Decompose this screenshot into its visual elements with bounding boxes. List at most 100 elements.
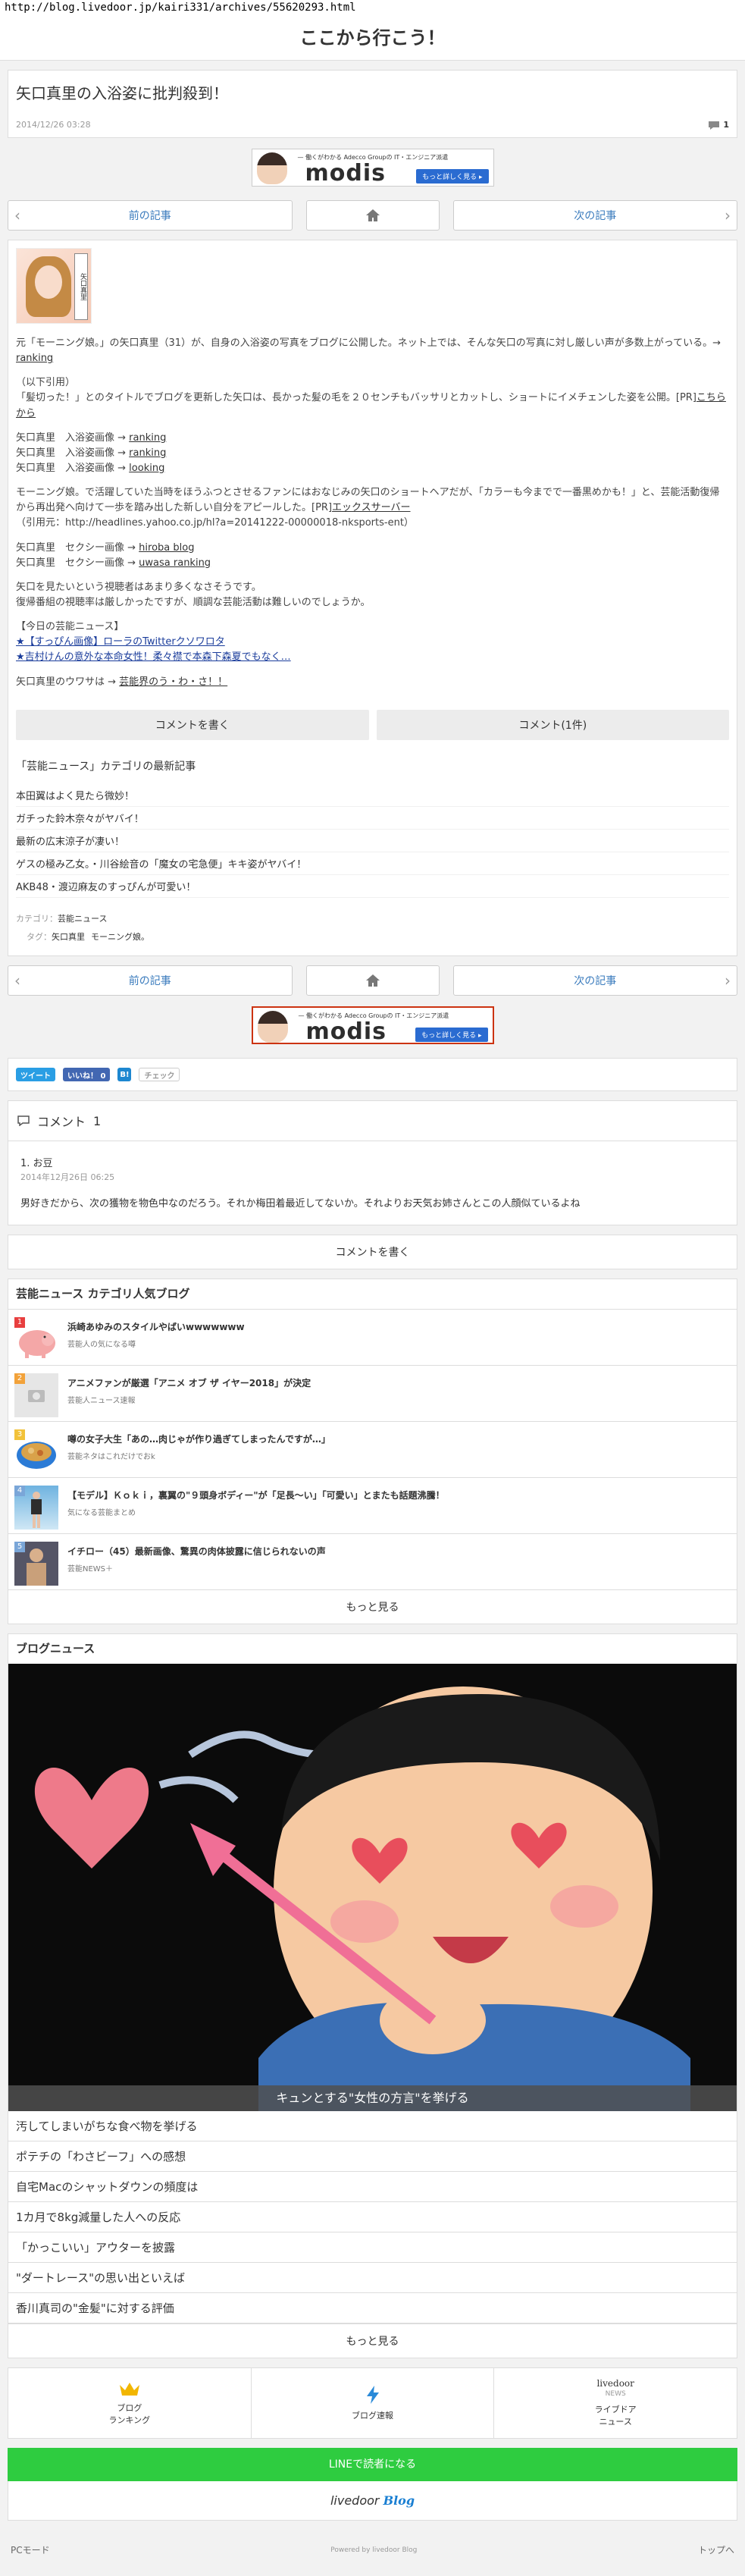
ad-banner-bottom[interactable]: — 働くがわかる Adecco Groupの IT・エンジニア派遣 modis … — [0, 1006, 745, 1047]
chevron-right-icon: › — [725, 206, 731, 224]
url-bar[interactable]: http://blog.livedoor.jp/kairi331/archive… — [0, 0, 745, 17]
blog-news-more-button[interactable]: もっと見る — [8, 2323, 737, 2358]
article-paragraph-3: モーニング娘。で活躍していた当時をほうふつとさせるファンにはおなじみの矢口のショ… — [16, 487, 720, 529]
popular-blogs: 芸能ニュース カテゴリ人気ブログ 1 浜崎あゆみのスタイルやばいwwwwwww 芸… — [8, 1279, 737, 1625]
facebook-like-button[interactable]: いいね！ 0 — [63, 1068, 111, 1082]
social-buttons: ツイート いいね！ 0 B! チェック — [8, 1058, 737, 1092]
blog-flash-link[interactable]: ブログ速報 — [252, 2368, 495, 2439]
today-news-link[interactable]: ★【すっぴん画像】ローラのTwitterクソワロタ — [16, 636, 225, 648]
article-title: 矢口真里の入浴姿に批判殺到！ — [16, 84, 228, 102]
popular-source: 芸能NEWS＋ — [67, 1565, 114, 1574]
write-comment-button[interactable]: コメントを書く — [8, 1235, 737, 1270]
list-item[interactable]: 香川真司の"金髪"に対する評価 — [8, 2293, 737, 2324]
list-item[interactable]: "ダートレース"の思い出といえば — [8, 2263, 737, 2294]
pager-bottom: ‹ 前の記事 次の記事 › — [8, 965, 737, 996]
pc-mode-link[interactable]: PCモード — [11, 2543, 50, 2556]
banner[interactable]: — 働くがわかる Adecco Groupの IT・エンジニア派遣 modis … — [251, 149, 494, 187]
popular-item[interactable]: 3 噂の女子大生「あの…肉じゃが作り過ぎてしまったんですが…」 芸能ネタはこれだけ… — [8, 1421, 737, 1477]
today-news-link[interactable]: ★吉村けんの意外な本命女性！柔々襟で本森下森夏でもなく… — [16, 651, 291, 663]
powered-by[interactable]: Powered by livedoor Blog — [330, 2546, 417, 2554]
banner-cta[interactable]: もっと詳しく見る ▸ — [416, 169, 489, 184]
popular-thumbnail: 1 — [14, 1317, 58, 1362]
list-item[interactable]: 自宅Macのシャットダウンの頻度は — [8, 2172, 737, 2203]
popular-item[interactable]: 2 アニメファンが厳選「アニメ オブ ザ イヤー2018」が決定 芸能人ニュース速… — [8, 1365, 737, 1421]
pager-top: ‹ 前の記事 次の記事 › — [8, 200, 737, 231]
comment-actions: コメントを書く コメント(1件) — [8, 709, 737, 751]
list-item[interactable]: 1カ月で8kg減量した人への反応 — [8, 2202, 737, 2233]
popular-item[interactable]: 1 浜崎あゆみのスタイルやばいwwwwwww 芸能人の気になる噂 — [8, 1309, 737, 1365]
mixi-check-button[interactable]: チェック — [139, 1068, 180, 1082]
livedoor-news-logo: livedoor NEWS — [596, 2378, 634, 2399]
popular-item[interactable]: 5 イチロー（45）最新画像、驚異の肉体披露に信じられないの声 芸能NEWS＋ — [8, 1533, 737, 1589]
popular-more-button[interactable]: もっと見る — [8, 1589, 737, 1624]
prev-article-button[interactable]: ‹ 前の記事 — [8, 200, 293, 231]
list-item[interactable]: 本田翼はよく見たら微妙！ — [16, 784, 729, 807]
list-item[interactable]: AKB48・渡辺麻友のすっぴんが可愛い！ — [16, 875, 729, 898]
blog-news-hero[interactable]: キュンとする"女性の方言"を挙げる — [8, 1664, 737, 2112]
tag-link[interactable]: 矢口真里 — [52, 932, 85, 942]
rank-badge: 2 — [14, 1373, 25, 1385]
today-news: 【今日の芸能ニュース】 ★【すっぴん画像】ローラのTwitterクソワロタ ★吉… — [16, 621, 291, 664]
article-body-card: 矢口真里 元「モーニング娘。」の矢口真里（31）が、自身の入浴姿の写真をブログに… — [8, 240, 737, 957]
popular-thumbnail: 2 — [14, 1373, 58, 1418]
image-link[interactable]: ranking — [129, 432, 166, 444]
prev-article-button[interactable]: ‹ 前の記事 — [8, 965, 293, 996]
taxonomy: カテゴリ：芸能ニュース タグ：矢口真里 モーニング娘。 — [16, 913, 149, 942]
home-button[interactable] — [305, 200, 440, 231]
line-subscribe-button[interactable]: LINEで読者になる — [8, 2448, 737, 2482]
sexy-image-link[interactable]: hiroba blog — [139, 542, 194, 554]
comment-item: 1. お豆 2014年12月26日 06:25 男好きだから、次の獲物を物色中な… — [8, 1141, 737, 1225]
banner[interactable]: — 働くがわかる Adecco Groupの IT・エンジニア派遣 modis … — [251, 1006, 494, 1045]
article-paragraph-1: 元「モーニング娘。」の矢口真里（31）が、自身の入浴姿の写真をブログに公開した。… — [16, 337, 722, 365]
ad-banner-top[interactable]: — 働くがわかる Adecco Groupの IT・エンジニア派遣 modis … — [0, 149, 745, 190]
tag-link[interactable]: モーニング娘。 — [91, 932, 149, 942]
rank-badge: 3 — [14, 1429, 25, 1441]
sexy-image-link[interactable]: uwasa ranking — [139, 557, 211, 569]
image-link[interactable]: ranking — [129, 447, 166, 459]
comment-count[interactable]: 1 — [708, 120, 729, 130]
comment-bubble-icon — [17, 1115, 30, 1127]
site-title[interactable]: ここから行こう！ — [0, 17, 745, 61]
write-comment-button[interactable]: コメントを書く — [16, 709, 369, 740]
banner-face-image — [256, 152, 287, 184]
popular-title: 噂の女子大生「あの…肉じゃが作り過ぎてしまったんですが…」 — [67, 1434, 330, 1445]
rank-badge: 4 — [14, 1486, 25, 1497]
rumor-link[interactable]: 芸能界のう・わ・さ！！ — [119, 676, 227, 688]
ranking-link[interactable]: ranking — [16, 353, 53, 364]
tweet-button[interactable]: ツイート — [16, 1068, 55, 1082]
article-date: 2014/12/26 03:28 — [16, 120, 91, 130]
list-item[interactable]: ガチった鈴木奈々がヤバイ！ — [16, 807, 729, 830]
list-item[interactable]: ポテチの「わさビーフ」への感想 — [8, 2141, 737, 2173]
banner-logo: modis — [305, 1018, 387, 1045]
category-latest: 「芸能ニュース」カテゴリの最新記事 本田翼はよく見たら微妙！ ガチった鈴木奈々が… — [8, 751, 737, 902]
blog-ranking-link[interactable]: ブログ ランキング — [8, 2368, 252, 2439]
article-header: 矢口真里の入浴姿に批判殺到！ 2014/12/26 03:28 1 — [8, 70, 737, 138]
livedoor-blog-logo[interactable]: livedoor Blog — [8, 2481, 737, 2521]
category-link[interactable]: 芸能ニュース — [58, 914, 107, 924]
home-button[interactable] — [305, 965, 440, 996]
list-item[interactable]: 汚してしまいがちな食べ物を挙げる — [8, 2111, 737, 2142]
banner-cta[interactable]: もっと詳しく見る ▸ — [415, 1028, 488, 1043]
view-comments-button[interactable]: コメント(1件) — [376, 709, 729, 740]
popular-thumbnail: 5 — [14, 1542, 58, 1586]
back-to-top-link[interactable]: トップへ — [698, 2543, 734, 2556]
list-item[interactable]: ゲスの極み乙女。・川谷絵音の「魔女の宅急便」キキ姿がヤバイ！ — [16, 852, 729, 875]
popular-title: 【モデル】Ｋｏｋｉ，裏翼の"９頭身ボディー"が「足長～い」「可愛い」とまたも話題… — [67, 1490, 445, 1501]
popular-thumbnail: 4 — [14, 1486, 58, 1530]
article-thumbnail[interactable]: 矢口真里 — [16, 248, 92, 324]
list-item[interactable]: 最新の広末涼子が凄い！ — [16, 830, 729, 852]
comment-author: 1. お豆 — [20, 1158, 53, 1170]
image-link[interactable]: looking — [129, 463, 164, 474]
category-latest-heading: 「芸能ニュース」カテゴリの最新記事 — [16, 760, 196, 773]
xserver-link[interactable]: エックスサーバー — [332, 502, 410, 513]
popular-title: アニメファンが厳選「アニメ オブ ザ イヤー2018」が決定 — [67, 1378, 311, 1389]
livedoor-news-link[interactable]: livedoor NEWS ライブドア ニュース — [494, 2368, 737, 2438]
popular-item[interactable]: 4 【モデル】Ｋｏｋｉ，裏翼の"９頭身ボディー"が「足長～い」「可愛い」とまたも… — [8, 1477, 737, 1533]
chevron-left-icon: ‹ — [14, 206, 20, 224]
lightning-icon — [366, 2386, 379, 2405]
hatena-bookmark-button[interactable]: B! — [117, 1068, 132, 1082]
banner-face-image — [257, 1011, 288, 1043]
next-article-button[interactable]: 次の記事 › — [452, 200, 737, 231]
list-item[interactable]: 「かっこいい」アウターを披露 — [8, 2232, 737, 2264]
next-article-button[interactable]: 次の記事 › — [452, 965, 737, 996]
